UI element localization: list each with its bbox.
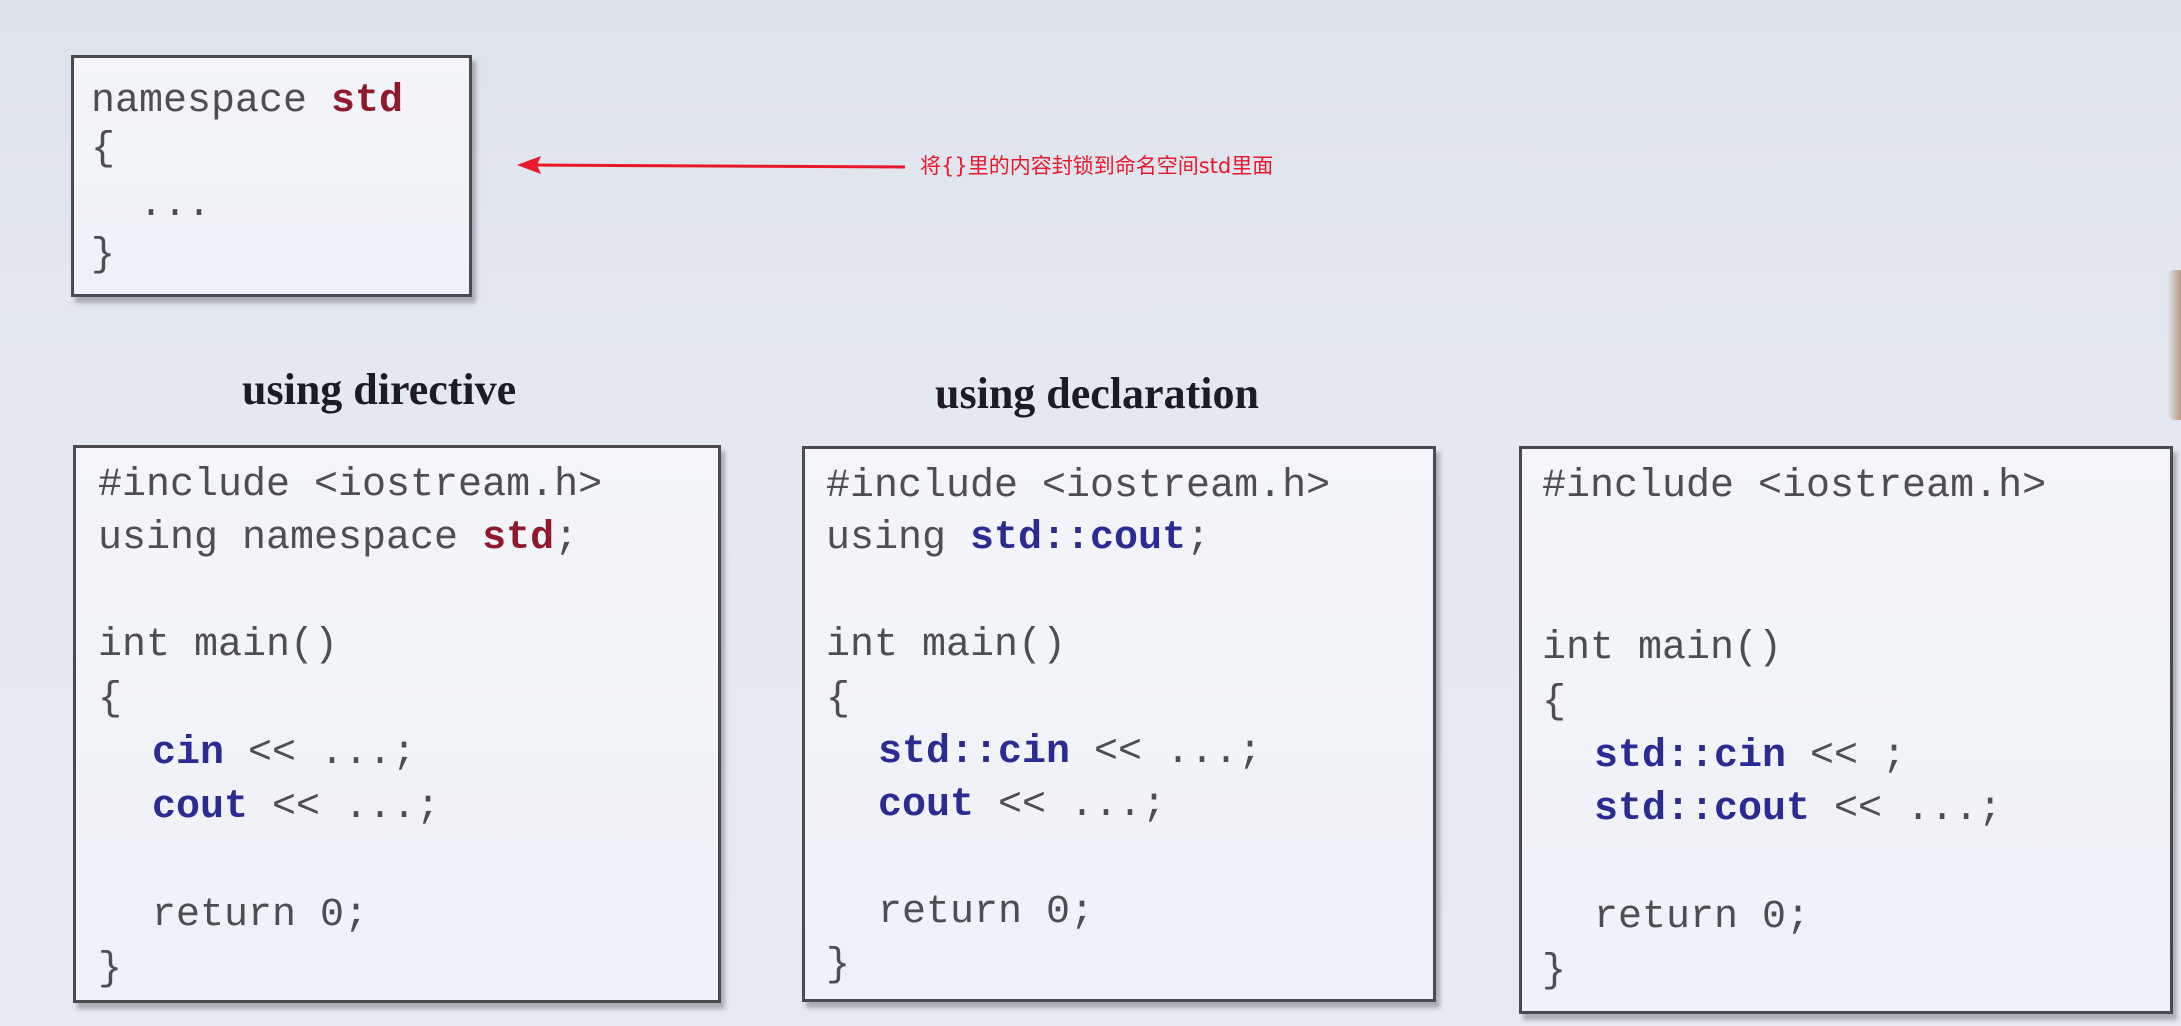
include-line: #include <iostream.h> bbox=[1542, 464, 2047, 509]
semicolon: ; bbox=[1186, 516, 1211, 561]
cout-rest: << ...; bbox=[974, 783, 1167, 828]
close-brace: } bbox=[98, 947, 123, 992]
main-signature: int main() bbox=[1542, 626, 1783, 671]
cout-keyword: cout bbox=[878, 783, 975, 828]
open-brace: { bbox=[826, 677, 851, 722]
std-cin-keyword: std::cin bbox=[1594, 734, 1787, 779]
cin-keyword: cin bbox=[152, 731, 225, 776]
close-brace: } bbox=[1542, 949, 1567, 994]
std-keyword: std bbox=[482, 516, 555, 561]
using-prefix: using namespace bbox=[98, 516, 483, 561]
std-cout-keyword: std::cout bbox=[1594, 787, 1811, 832]
heading-using-directive: using directive bbox=[242, 365, 517, 414]
heading-using-declaration: using declaration bbox=[935, 369, 1259, 418]
cout-statement: cout << ...; bbox=[152, 788, 440, 828]
namespace-line: namespace std bbox=[91, 82, 403, 122]
namespace-open-brace: { bbox=[91, 127, 116, 172]
using-prefix: using bbox=[826, 516, 971, 561]
annotation-arrow bbox=[517, 156, 906, 174]
return-statement: return 0; bbox=[878, 890, 1095, 935]
std-cout-keyword: std::cout bbox=[970, 516, 1187, 561]
namespace-close-brace: } bbox=[91, 233, 116, 278]
cin-statement: std::cin << ...; bbox=[878, 733, 1262, 773]
include-line: #include <iostream.h> bbox=[826, 464, 1331, 509]
cout-statement: std::cout << ...; bbox=[1594, 790, 2002, 830]
using-declaration-line: using std::cout; bbox=[826, 519, 1210, 559]
std-cin-keyword: std::cin bbox=[878, 730, 1071, 775]
cout-keyword: cout bbox=[152, 785, 249, 830]
code-panel-using-declaration: #include <iostream.h> using std::cout; i… bbox=[802, 446, 1436, 1002]
cin-statement: cin << ...; bbox=[152, 734, 416, 774]
presenter-edge bbox=[2167, 270, 2181, 420]
namespace-keyword-text: namespace bbox=[91, 79, 332, 124]
cin-rest: << ...; bbox=[1070, 730, 1263, 775]
cout-rest: << ...; bbox=[248, 785, 441, 830]
using-namespace-line: using namespace std; bbox=[98, 519, 578, 559]
cout-statement: cout << ...; bbox=[878, 786, 1166, 826]
main-signature: int main() bbox=[826, 623, 1067, 668]
namespace-ellipsis: ... bbox=[91, 183, 212, 228]
namespace-std-keyword: std bbox=[331, 79, 404, 124]
open-brace: { bbox=[1542, 680, 1567, 725]
main-signature: int main() bbox=[98, 623, 339, 668]
return-statement: return 0; bbox=[1594, 895, 1811, 940]
namespace-code-box: namespace std { ... } bbox=[71, 55, 472, 297]
cin-statement: std::cin << ; bbox=[1594, 737, 1906, 777]
semicolon: ; bbox=[554, 516, 579, 561]
annotation-note: 将{}里的内容封锁到命名空间std里面 bbox=[920, 154, 1274, 178]
open-brace: { bbox=[98, 677, 123, 722]
cout-rest: << ...; bbox=[1810, 787, 2003, 832]
code-panel-using-directive: #include <iostream.h> using namespace st… bbox=[73, 445, 721, 1003]
include-line: #include <iostream.h> bbox=[98, 463, 603, 508]
code-panel-fully-qualified: #include <iostream.h> int main() { std::… bbox=[1519, 446, 2173, 1014]
cin-rest: << ; bbox=[1786, 734, 1907, 779]
cin-rest: << ...; bbox=[224, 731, 417, 776]
return-statement: return 0; bbox=[152, 893, 369, 938]
close-brace: } bbox=[826, 943, 851, 988]
